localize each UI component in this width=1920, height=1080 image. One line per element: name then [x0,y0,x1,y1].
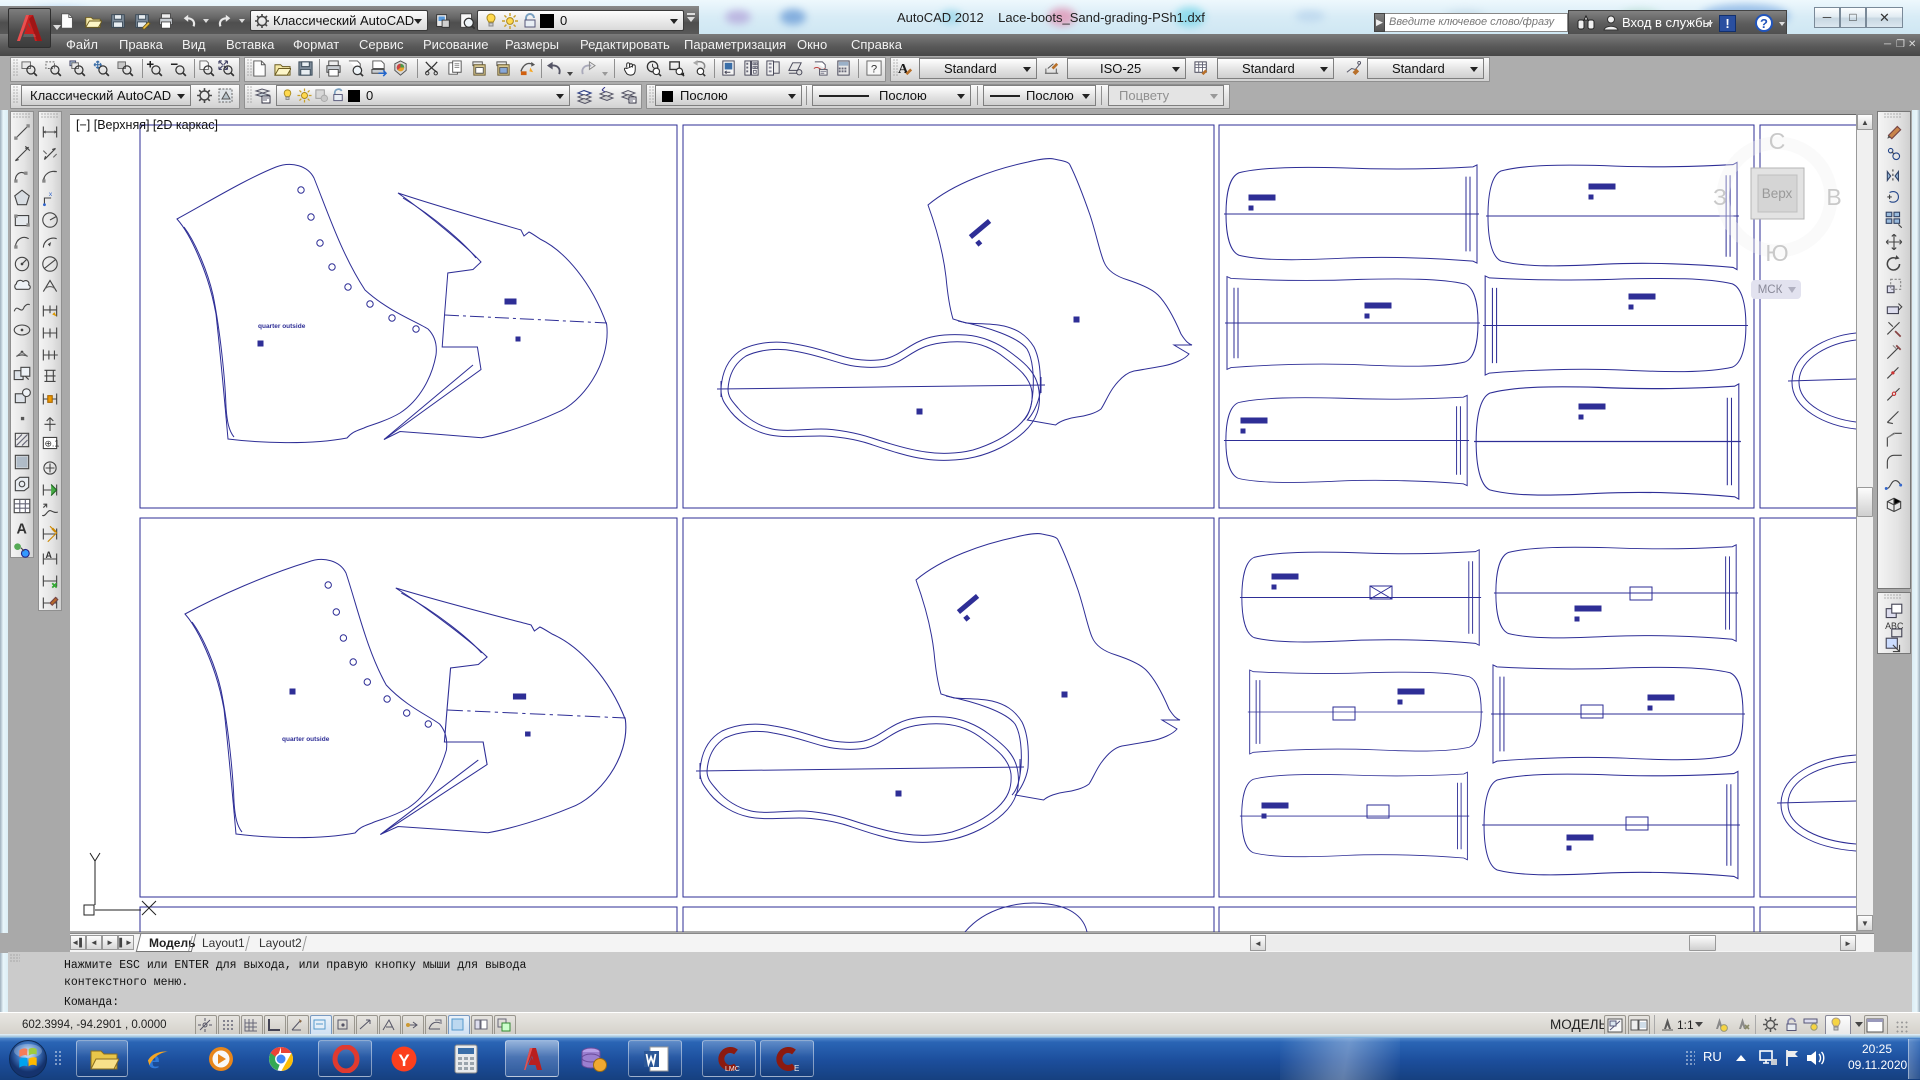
svg-text:С: С [1769,128,1786,154]
svg-text:A: A [46,550,53,560]
svg-text:quarter outside: quarter outside [258,323,306,330]
svg-text:E: E [794,1064,799,1073]
svg-text:З: З [1713,184,1727,210]
svg-text:Ю: Ю [1765,240,1788,266]
svg-text:LMC: LMC [725,1066,740,1073]
svg-text:quarter outside: quarter outside [282,736,330,743]
svg-text:Y: Y [398,1051,410,1070]
svg-text:⊕.1: ⊕.1 [44,438,59,448]
svg-text:[−] [Верхняя] [2D каркас]: [−] [Верхняя] [2D каркас] [76,118,218,132]
svg-text:?: ? [871,63,877,75]
svg-text:МСК: МСК [1758,284,1783,296]
svg-text:x: x [49,191,53,198]
svg-text:В: В [1826,184,1841,210]
svg-text:Верх: Верх [1762,186,1793,201]
svg-text:A: A [16,522,27,538]
